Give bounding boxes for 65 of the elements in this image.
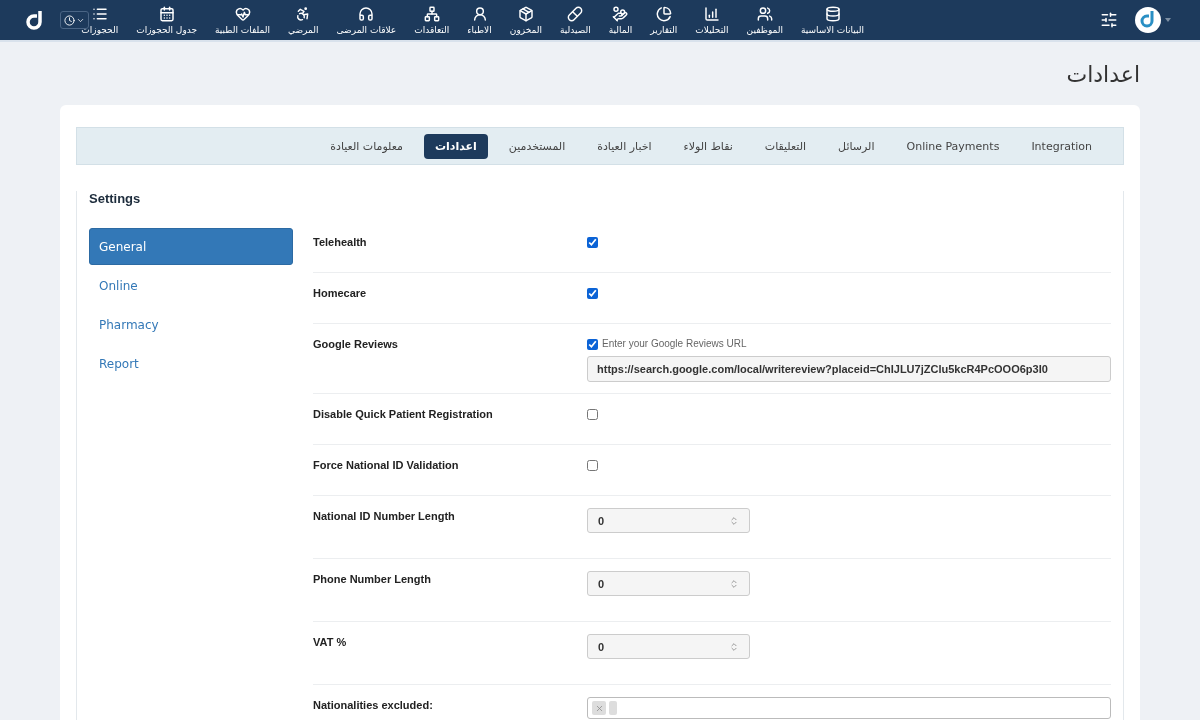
nav-item[interactable]: التقارير xyxy=(650,5,678,35)
tab[interactable]: Online Payments xyxy=(895,133,1011,159)
nav-item[interactable]: علاقات المرضى xyxy=(336,5,397,35)
heart-pulse-icon xyxy=(234,5,251,22)
sidebar-item[interactable]: General xyxy=(89,228,293,265)
nav-item[interactable]: الاطباء xyxy=(467,5,492,35)
setting-label: Nationalities excluded: xyxy=(313,698,434,713)
tab[interactable]: التعليقات xyxy=(753,133,818,159)
nav-item[interactable]: الحجوزات xyxy=(81,5,119,35)
person-icon xyxy=(471,5,488,22)
people-icon xyxy=(756,5,773,22)
setting-label: Google Reviews xyxy=(313,337,399,352)
tag-chip xyxy=(609,701,617,715)
calendar-icon xyxy=(158,5,175,22)
checkbox[interactable] xyxy=(587,339,598,350)
tab[interactable]: Integration xyxy=(1020,133,1103,159)
logo-icon xyxy=(24,9,44,31)
checkbox[interactable] xyxy=(587,409,598,420)
setting-label: VAT % xyxy=(313,635,348,650)
checkbox[interactable] xyxy=(587,288,598,299)
section-heading: Settings xyxy=(89,191,142,206)
nav-item[interactable]: المرضي xyxy=(287,5,319,35)
sidebar-item[interactable]: Report xyxy=(89,345,293,382)
tab[interactable]: اخبار العيادة xyxy=(586,133,663,159)
money-hand-icon xyxy=(612,5,629,22)
sidebar-item[interactable]: Online xyxy=(89,267,293,304)
pill-icon xyxy=(567,5,584,22)
setting-label: Telehealth xyxy=(313,235,368,250)
setting-label: Homecare xyxy=(313,286,368,301)
nav-item[interactable]: الموظفين xyxy=(746,5,783,35)
multi-select-field[interactable] xyxy=(587,697,1111,719)
settings-icon[interactable] xyxy=(1100,11,1118,29)
nav-item[interactable]: الصيدلية xyxy=(559,5,591,35)
tab[interactable]: نقاط الولاء xyxy=(672,133,744,159)
checkbox[interactable] xyxy=(587,237,598,248)
nav-item[interactable]: المخزون xyxy=(509,5,542,35)
number-field[interactable]: 0 xyxy=(587,508,750,533)
setting-label: Disable Quick Patient Registration xyxy=(313,407,494,422)
checkbox[interactable] xyxy=(587,460,598,471)
nav-item[interactable]: جدول الحجوزات xyxy=(136,5,198,35)
hierarchy-icon xyxy=(423,5,440,22)
number-field[interactable]: 0 xyxy=(587,571,750,596)
sidebar-item[interactable]: Pharmacy xyxy=(89,306,293,343)
setting-label: Phone Number Length xyxy=(313,572,432,587)
tab[interactable]: المستخدمين xyxy=(497,133,577,159)
nav-item[interactable]: المالية xyxy=(608,5,633,35)
url-field[interactable]: https://search.google.com/local/writereview?placeid=ChIJLU7jZClu5kcR4PcOOO6p3I0 xyxy=(587,356,1111,382)
pie-chart-icon xyxy=(655,5,672,22)
box-icon xyxy=(517,5,534,22)
nav-item[interactable]: الملفات الطبية xyxy=(215,5,270,35)
headset-icon xyxy=(358,5,375,22)
tab[interactable]: معلومات العيادة xyxy=(319,133,414,159)
clock-icon xyxy=(64,14,75,26)
nav-item[interactable]: التعاقدات xyxy=(414,5,450,35)
number-field[interactable]: 0 xyxy=(587,634,750,659)
bar-chart-icon xyxy=(703,5,720,22)
database-icon xyxy=(824,5,841,22)
nav-item[interactable]: التحليلات xyxy=(695,5,729,35)
tab[interactable]: الرسائل xyxy=(827,133,886,159)
tab[interactable]: اعدادات xyxy=(423,133,488,159)
checkbox-label: Enter your Google Reviews URL xyxy=(602,337,747,349)
nav-item[interactable]: البيانات الاساسية xyxy=(801,5,864,35)
setting-label: Force National ID Validation xyxy=(313,458,460,473)
page-title: اعدادات xyxy=(1066,62,1140,87)
setting-label: National ID Number Length xyxy=(313,509,456,524)
